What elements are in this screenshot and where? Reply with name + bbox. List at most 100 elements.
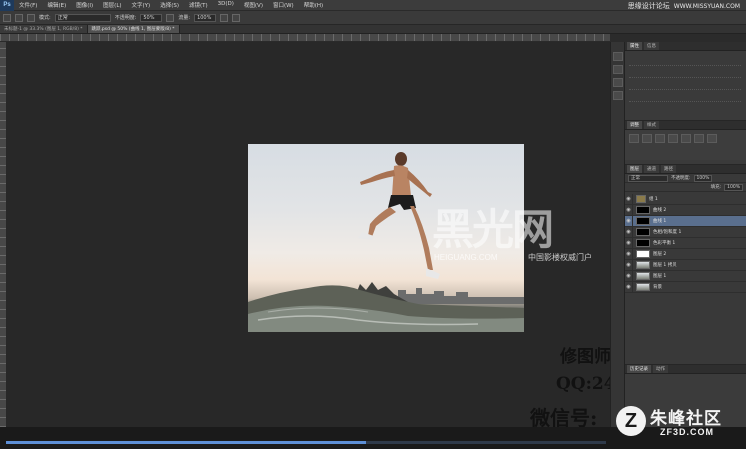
- layer-opacity-field[interactable]: 100%: [693, 174, 713, 182]
- layer-row[interactable]: ◉ 图层 1: [625, 270, 746, 282]
- menu-item[interactable]: 文字(Y): [127, 1, 156, 9]
- visibility-eye-icon[interactable]: ◉: [625, 215, 633, 227]
- adjustment-icons: [625, 130, 746, 147]
- layer-row[interactable]: ◉ 色彩平衡 1: [625, 237, 746, 249]
- properties-panel-icon[interactable]: [613, 91, 623, 100]
- layer-thumbnail: [636, 250, 650, 258]
- menu-item[interactable]: 图层(L): [98, 1, 126, 9]
- layers-panel: 图层 通道 路径 正常 不透明度: 100% 填充: 100% ◉ 组 1 ◉ 曲线 2 ◉…: [625, 164, 746, 364]
- layer-opacity-label: 不透明度:: [671, 176, 691, 181]
- layer-row[interactable]: ◉ 组 1: [625, 193, 746, 205]
- watermark-site-cn: 中国影楼权威门户: [528, 253, 592, 262]
- pressure-opacity-icon[interactable]: [166, 13, 175, 22]
- menu-bar: Ps 文件(F) 编辑(E) 图像(I) 图层(L) 文字(Y) 选择(S) 滤镜(T) 3D…: [0, 0, 746, 11]
- properties-row: [629, 96, 741, 102]
- layer-name: 曲线 1: [653, 219, 667, 224]
- layers-fill-controls: 填充: 100%: [625, 183, 746, 192]
- horizontal-ruler[interactable]: [0, 34, 610, 42]
- panel-tab[interactable]: 路径: [661, 165, 676, 173]
- visibility-eye-icon[interactable]: ◉: [625, 248, 633, 260]
- visibility-eye-icon[interactable]: ◉: [625, 281, 633, 293]
- menu-item[interactable]: 滤镜(T): [184, 1, 213, 9]
- pressure-size-icon[interactable]: [232, 13, 241, 22]
- document-tab[interactable]: 跳跃.psd @ 50% (曲线 1, 图层蒙版/8) *: [87, 25, 180, 33]
- vibrance-icon[interactable]: [681, 134, 691, 143]
- brightness-icon[interactable]: [629, 134, 639, 143]
- menu-items: 文件(F) 编辑(E) 图像(I) 图层(L) 文字(Y) 选择(S) 滤镜(T) 3D(D)…: [14, 1, 328, 9]
- properties-panel: [625, 52, 746, 110]
- flow-field[interactable]: 100%: [194, 13, 217, 22]
- layer-row[interactable]: ◉ 背景: [625, 281, 746, 293]
- brand-logo: Z 朱峰社区 ZF3D.COM: [612, 404, 746, 446]
- panel-tab[interactable]: 图层: [627, 165, 642, 173]
- actions-panel-icon[interactable]: [613, 65, 623, 74]
- curves-icon[interactable]: [655, 134, 665, 143]
- visibility-eye-icon[interactable]: ◉: [625, 270, 633, 282]
- layer-row[interactable]: ◉ 色相/饱和度 1: [625, 226, 746, 238]
- color-balance-icon[interactable]: [707, 134, 717, 143]
- visibility-eye-icon[interactable]: ◉: [625, 204, 633, 216]
- levels-icon[interactable]: [642, 134, 652, 143]
- properties-row: [629, 60, 741, 66]
- info-panel-icon[interactable]: [613, 78, 623, 87]
- menu-item[interactable]: 3D(D): [213, 1, 239, 9]
- menu-item[interactable]: 窗口(W): [268, 1, 299, 9]
- blend-mode-select[interactable]: 正常: [628, 174, 668, 182]
- history-panel-icon[interactable]: [613, 52, 623, 61]
- document-tabs: 未标题-1 @ 33.3% (图层 1, RGB/8) * 跳跃.psd @ 50…: [0, 25, 746, 34]
- panel-icon-strip: [610, 42, 624, 427]
- layer-thumbnail: [636, 239, 650, 247]
- hue-saturation-icon[interactable]: [694, 134, 704, 143]
- panel-tab[interactable]: 属性: [627, 42, 642, 50]
- menu-item[interactable]: 文件(F): [14, 1, 42, 9]
- opacity-field[interactable]: 50%: [140, 13, 163, 22]
- layers-panel-header: 图层 通道 路径: [625, 165, 746, 174]
- exposure-icon[interactable]: [668, 134, 678, 143]
- layer-row[interactable]: ◉ 曲线 1: [625, 215, 746, 227]
- menu-item[interactable]: 图像(I): [71, 1, 98, 9]
- flow-label: 流量:: [178, 15, 191, 21]
- layer-thumbnail: [636, 272, 650, 280]
- layer-list: ◉ 组 1 ◉ 曲线 2 ◉ 曲线 1 ◉ 色相/饱和度 1 ◉ 色彩平衡 1 ◉ 图层 2 ◉ 图层 1…: [625, 193, 746, 365]
- layer-row[interactable]: ◉ 图层 2: [625, 248, 746, 260]
- layer-fill-field[interactable]: 100%: [724, 183, 743, 191]
- menu-item[interactable]: 视图(V): [239, 1, 268, 9]
- adjustments-panel-header: 调整 样式: [625, 121, 746, 130]
- layer-row[interactable]: ◉ 图层 1 拷贝: [625, 259, 746, 271]
- layer-name: 图层 2: [653, 252, 667, 257]
- visibility-eye-icon[interactable]: ◉: [625, 237, 633, 249]
- history-panel-header: 历史记录 动作: [625, 365, 746, 374]
- mode-select[interactable]: 正常: [54, 13, 111, 22]
- tool-preset-icon[interactable]: [3, 13, 11, 22]
- layer-name: 图层 1: [653, 274, 667, 279]
- layer-thumbnail: [636, 283, 650, 291]
- panel-tab[interactable]: 动作: [653, 365, 668, 373]
- brush-size-icon[interactable]: [15, 13, 23, 22]
- site-watermark-title: 思缘设计论坛: [627, 2, 670, 10]
- panel-tab[interactable]: 通道: [644, 165, 659, 173]
- menu-item[interactable]: 编辑(E): [42, 1, 71, 9]
- brand-z-icon: Z: [616, 406, 646, 436]
- photoshop-logo-icon[interactable]: Ps: [0, 0, 14, 11]
- layer-thumbnail: [636, 261, 650, 269]
- layers-blend-controls: 正常 不透明度: 100%: [625, 174, 746, 183]
- layer-name: 色彩平衡 1: [653, 241, 676, 246]
- document-tab[interactable]: 未标题-1 @ 33.3% (图层 1, RGB/8) *: [0, 25, 88, 33]
- brush-panel-icon[interactable]: [27, 13, 35, 22]
- panel-tab[interactable]: 历史记录: [627, 365, 651, 373]
- visibility-eye-icon[interactable]: ◉: [625, 259, 633, 271]
- layer-name: 组 1: [649, 197, 658, 202]
- panel-tab[interactable]: 信息: [644, 42, 659, 50]
- adjustments-panel: 调整 样式: [625, 120, 746, 160]
- layer-thumbnail: [636, 217, 650, 225]
- visibility-eye-icon[interactable]: ◉: [625, 226, 633, 238]
- menu-item[interactable]: 选择(S): [155, 1, 184, 9]
- menu-item[interactable]: 帮助(H): [299, 1, 328, 9]
- panel-tab[interactable]: 调整: [627, 121, 642, 129]
- airbrush-icon[interactable]: [220, 13, 229, 22]
- visibility-eye-icon[interactable]: ◉: [625, 193, 633, 205]
- layer-name: 色相/饱和度 1: [653, 230, 682, 235]
- panel-tab[interactable]: 样式: [644, 121, 659, 129]
- properties-row: [629, 84, 741, 90]
- layer-row[interactable]: ◉ 曲线 2: [625, 204, 746, 216]
